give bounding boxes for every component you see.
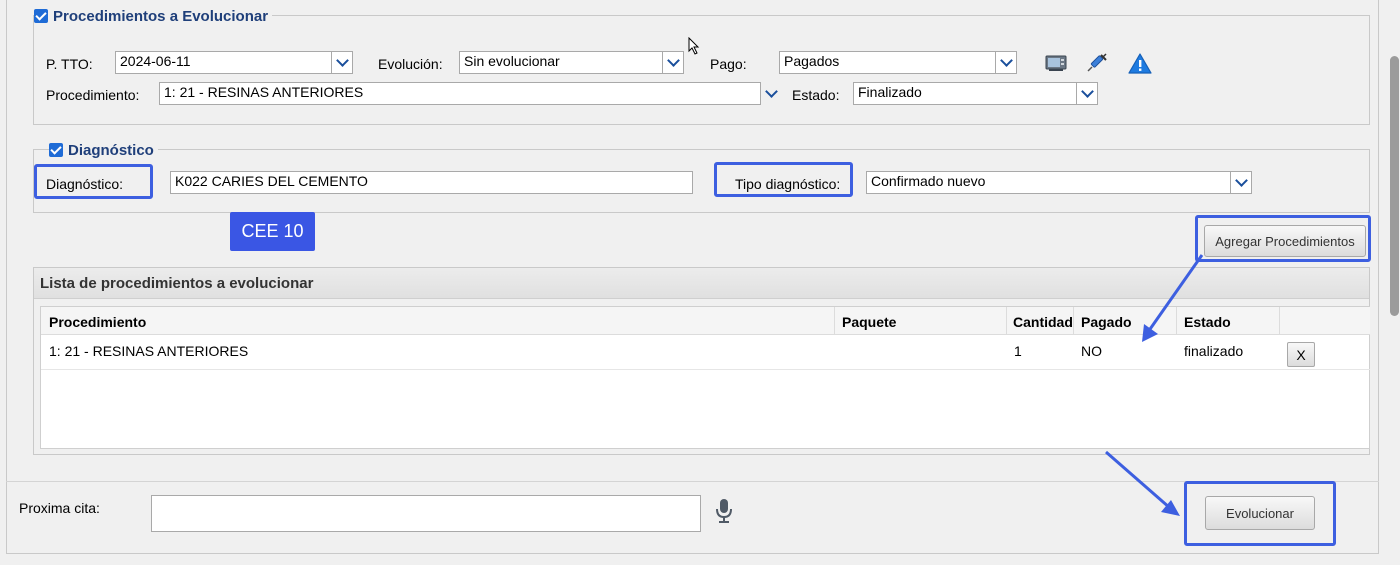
chevron-down-icon	[1234, 174, 1248, 187]
microphone-icon[interactable]	[713, 497, 735, 525]
procedimientos-checkbox[interactable]	[34, 9, 48, 23]
evolucionar-button[interactable]: Evolucionar	[1205, 496, 1315, 530]
chevron-down-icon	[1080, 85, 1094, 98]
estado-select[interactable]: Finalizado	[853, 82, 1077, 105]
scrollbar-thumb[interactable]	[1390, 56, 1399, 316]
warning-icon[interactable]	[1127, 52, 1153, 75]
evolucion-select[interactable]: Sin evolucionar	[459, 51, 663, 74]
pago-dropdown-button[interactable]	[995, 51, 1017, 74]
evolucion-label: Evolución:	[378, 56, 443, 72]
col-divider	[1006, 307, 1007, 335]
tipo-diagnostico-label: Tipo diagnóstico:	[735, 176, 841, 192]
procedimiento-dropdown-button[interactable]	[760, 82, 782, 105]
ptto-label: P. TTO:	[46, 56, 93, 72]
tipo-diagnostico-dropdown-button[interactable]	[1230, 171, 1252, 194]
diagnostico-label: Diagnóstico:	[46, 176, 124, 192]
chevron-down-icon	[764, 85, 778, 98]
syringe-icon[interactable]	[1084, 52, 1108, 74]
lista-title: Lista de procedimientos a evolucionar	[40, 275, 314, 292]
col-divider	[1279, 307, 1280, 335]
diagnostico-title: Diagnóstico	[68, 141, 154, 159]
chevron-down-icon	[335, 54, 349, 67]
cell-cantidad: 1	[1014, 343, 1022, 359]
chevron-down-icon	[666, 54, 680, 67]
annotation-arrow-1	[1142, 254, 1204, 342]
tipo-diagnostico-select[interactable]: Confirmado nuevo	[866, 171, 1231, 194]
diagnostico-legend: Diagnóstico	[49, 140, 158, 160]
annotation-arrow-2	[1105, 450, 1180, 516]
evolucion-dropdown-button[interactable]	[662, 51, 684, 74]
delete-row-button[interactable]: X	[1287, 342, 1315, 367]
diagnostico-checkbox[interactable]	[49, 143, 63, 157]
cell-procedimiento: 1: 21 - RESINAS ANTERIORES	[49, 343, 249, 359]
column-header-cantidad[interactable]: Cantidad	[1013, 314, 1073, 330]
column-header-paquete[interactable]: Paquete	[842, 314, 896, 330]
proxima-cita-label: Proxima cita:	[19, 500, 100, 516]
col-divider	[1073, 307, 1074, 335]
procedimiento-label: Procedimiento:	[46, 87, 140, 103]
chevron-down-icon	[999, 54, 1013, 67]
agregar-procedimientos-button[interactable]: Agregar Procedimientos	[1204, 225, 1366, 257]
mouse-cursor-icon	[688, 37, 700, 55]
column-header-procedimiento[interactable]: Procedimiento	[49, 314, 146, 330]
pago-label: Pago:	[710, 56, 747, 72]
col-divider	[834, 307, 835, 335]
cee-badge: CEE 10	[230, 212, 315, 251]
estado-dropdown-button[interactable]	[1076, 82, 1098, 105]
monitor-icon[interactable]	[1044, 53, 1068, 73]
column-header-pagado[interactable]: Pagado	[1081, 314, 1132, 330]
procedimiento-select[interactable]: 1: 21 - RESINAS ANTERIORES	[159, 82, 761, 105]
estado-label: Estado:	[792, 87, 840, 103]
diagnostico-input[interactable]: K022 CARIES DEL CEMENTO	[170, 171, 693, 194]
pago-select[interactable]: Pagados	[779, 51, 996, 74]
ptto-select[interactable]: 2024-06-11	[115, 51, 332, 74]
proxima-cita-input[interactable]	[151, 495, 701, 532]
procedimientos-legend: Procedimientos a Evolucionar	[34, 6, 273, 26]
procedimientos-title: Procedimientos a Evolucionar	[53, 7, 269, 25]
ptto-dropdown-button[interactable]	[331, 51, 353, 74]
cell-pagado: NO	[1081, 343, 1102, 359]
